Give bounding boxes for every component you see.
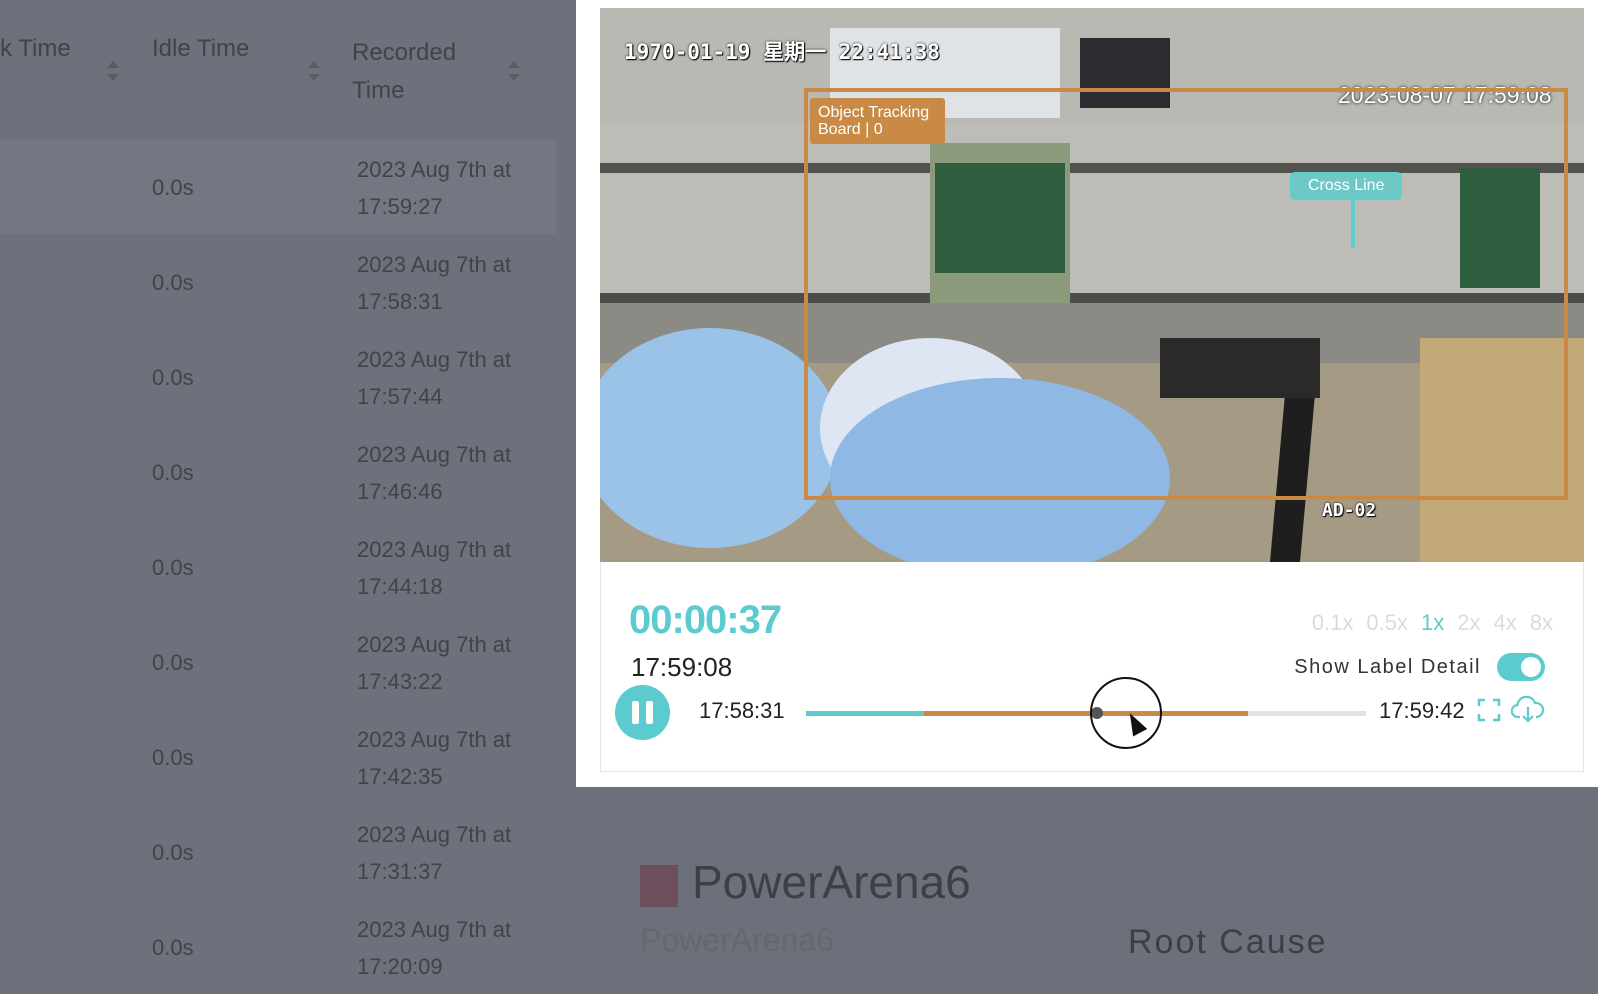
timeline-event-segment [923,711,1249,716]
recorded-date: 2023 Aug 7th at [357,917,512,942]
recorded-clock: 17:57:44 [357,384,443,409]
object-tracking-box [804,88,1568,500]
timeline-end-time: 17:59:42 [1379,698,1465,723]
speed-option[interactable]: 2x [1457,610,1480,636]
table-row[interactable]: 0.0s 2023 Aug 7th at 17:31:37 [0,804,566,899]
recorded-time-cell: 2023 Aug 7th at 17:43:22 [357,626,557,700]
recorded-date: 2023 Aug 7th at [357,442,512,467]
table-row[interactable]: 0.0s 2023 Aug 7th at 17:59:27 [0,139,556,234]
recorded-clock: 17:31:37 [357,859,443,884]
idle-time-cell: 0.0s [152,365,194,390]
recorded-time-cell: 2023 Aug 7th at 17:59:27 [357,151,557,225]
recorded-date: 2023 Aug 7th at [357,157,512,182]
table-row[interactable]: 0.0s 2023 Aug 7th at 17:46:46 [0,424,566,519]
table-row[interactable]: 0.0s 2023 Aug 7th at 17:20:09 [0,899,566,994]
fullscreen-icon[interactable] [1477,698,1501,722]
idle-time-cell: 0.0s [152,175,194,200]
page-content-dimmed: PowerArena6 PowerArena6 Root Cause [566,787,1598,984]
pause-button[interactable] [615,685,670,740]
speed-option[interactable]: 4x [1494,610,1517,636]
recorded-time-cell: 2023 Aug 7th at 17:57:44 [357,341,557,415]
mouse-cursor-highlight [1090,677,1162,749]
recorded-time-cell: 2023 Aug 7th at 17:46:46 [357,436,557,510]
table-row[interactable]: 0.0s 2023 Aug 7th at 17:44:18 [0,519,566,614]
column-header-label: Recorded [352,39,457,66]
timeline-played-segment [806,711,924,716]
recorded-date: 2023 Aug 7th at [357,252,512,277]
column-header-idle-time[interactable]: Idle Time [152,30,249,68]
current-clock-time: 17:59:08 [631,652,733,682]
show-label-detail-toggle[interactable] [1497,653,1545,681]
idle-time-cell: 0.0s [152,650,194,675]
recorded-date: 2023 Aug 7th at [357,632,512,657]
idle-time-cell: 0.0s [152,270,194,295]
recorded-date: 2023 Aug 7th at [357,822,512,847]
recorded-clock: 17:58:31 [357,289,443,314]
speed-option[interactable]: 0.1x [1312,610,1354,636]
tracking-label-count: Board | 0 [818,121,883,138]
brand-color-square [640,865,678,907]
column-header-label: Time [352,77,405,104]
recorded-clock: 17:42:35 [357,764,443,789]
idle-time-cell: 0.0s [152,460,194,485]
idle-time-cell: 0.0s [152,745,194,770]
table-row[interactable]: 0.0s 2023 Aug 7th at 17:42:35 [0,709,566,804]
recorded-clock: 17:44:18 [357,574,443,599]
recorded-clock: 17:43:22 [357,669,443,694]
recorded-time-cell: 2023 Aug 7th at 17:58:31 [357,246,557,320]
object-tracking-label: Object Tracking Board | 0 [810,98,945,144]
recorded-clock: 17:59:27 [357,194,443,219]
table-row[interactable]: 0.0s 2023 Aug 7th at 17:43:22 [0,614,566,709]
player-controls: 00:00:37 17:59:08 0.1x 0.5x 1x 2x 4x 8x Show … [600,562,1584,772]
brand-subtitle: PowerArena6 [640,922,834,958]
sort-icon[interactable] [508,60,520,82]
timeline-scrubber[interactable] [806,707,1366,719]
elapsed-time: 00:00:37 [629,598,782,642]
toggle-knob [1521,657,1541,677]
video-player-modal: 1970-01-19 星期一 22:41:38 2023-08-07 17:59… [576,0,1598,787]
cross-line-label: Cross Line [1290,172,1403,200]
cloud-download-icon[interactable] [1511,696,1545,724]
recorded-date: 2023 Aug 7th at [357,347,512,372]
recorded-time-cell: 2023 Aug 7th at 17:31:37 [357,816,557,890]
tracking-label-text: Object Tracking [818,104,930,121]
idle-time-cell: 0.0s [152,935,194,960]
column-header-time[interactable]: k Time [0,30,71,68]
idle-time-cell: 0.0s [152,840,194,865]
records-table: k Time Idle Time Recorded Time 0.0s 2023 … [0,0,566,984]
camera-osd-datetime: 1970-01-19 星期一 22:41:38 [624,40,940,64]
column-header-recorded-time[interactable]: Recorded Time [352,34,456,110]
show-label-detail-label: Show Label Detail [1294,656,1481,678]
recorded-date: 2023 Aug 7th at [357,537,512,562]
cross-line-marker [1351,200,1355,248]
table-row[interactable]: 0.0s 2023 Aug 7th at 17:58:31 [0,234,566,329]
recorded-clock: 17:46:46 [357,479,443,504]
video-frame[interactable]: 1970-01-19 星期一 22:41:38 2023-08-07 17:59… [600,8,1584,562]
speed-option[interactable]: 1x [1421,610,1444,636]
brand-title: PowerArena6 [692,856,971,908]
recorded-date: 2023 Aug 7th at [357,727,512,752]
playback-speed-options: 0.1x 0.5x 1x 2x 4x 8x [1312,610,1553,636]
speed-option[interactable]: 0.5x [1366,610,1408,636]
table-row[interactable]: 0.0s 2023 Aug 7th at 17:57:44 [0,329,566,424]
recorded-time-cell: 2023 Aug 7th at 17:20:09 [357,911,557,985]
sort-icon[interactable] [308,60,320,82]
camera-label: AD-02 [1322,500,1377,521]
timeline-start-time: 17:58:31 [699,698,785,723]
recorded-time-cell: 2023 Aug 7th at 17:44:18 [357,531,557,605]
sort-icon[interactable] [107,60,119,82]
idle-time-cell: 0.0s [152,555,194,580]
root-cause-heading: Root Cause [1128,923,1328,961]
speed-option[interactable]: 8x [1530,610,1553,636]
recorded-clock: 17:20:09 [357,954,443,979]
recorded-time-cell: 2023 Aug 7th at 17:42:35 [357,721,557,795]
